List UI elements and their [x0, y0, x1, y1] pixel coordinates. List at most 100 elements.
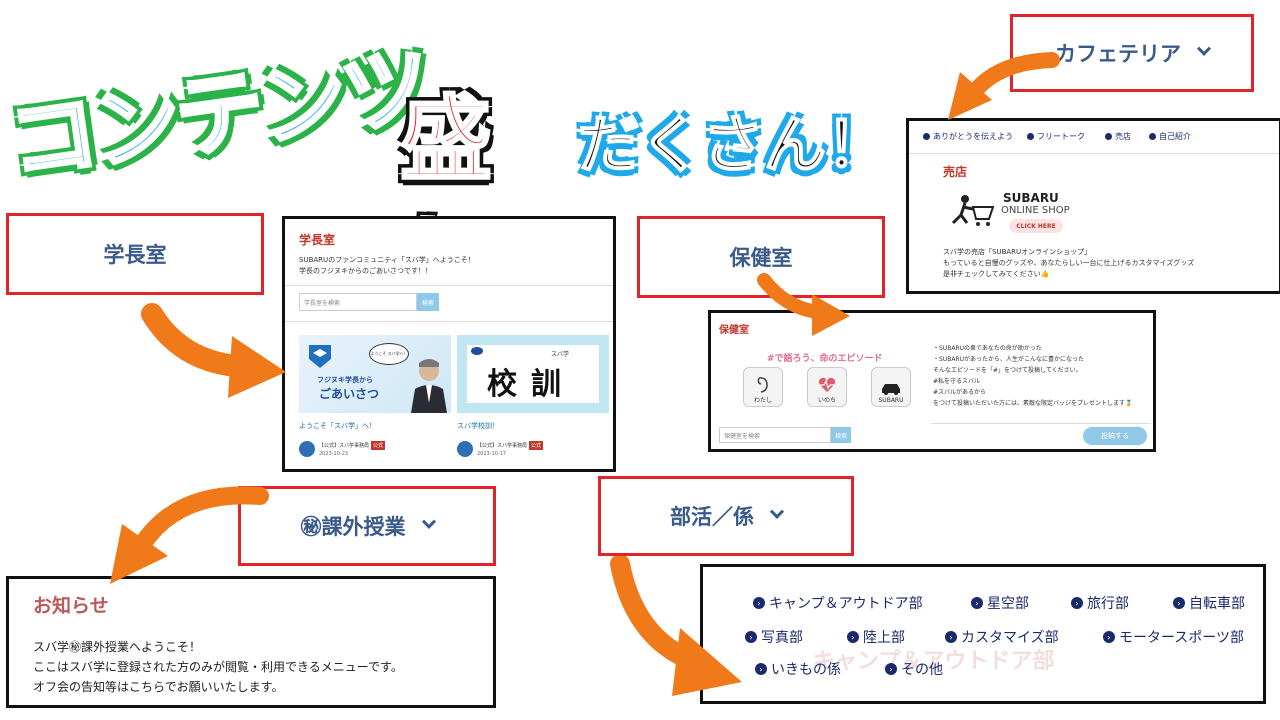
panel-title: 保健室: [719, 325, 749, 336]
official-badge: 公式: [371, 441, 386, 450]
club-label: 星空部: [987, 596, 1029, 612]
panel-title: 売店: [943, 165, 968, 179]
intro-text: SUBARUのファンコミュニティ「スバ学」へようこそ！ 学長のフジヌキからのごあ…: [299, 255, 475, 277]
gakucho-label: 学長室: [103, 243, 167, 267]
card2-author: 【公式】スバ学事務局 公式: [477, 441, 544, 450]
club-ryokou[interactable]: › 旅行部: [1071, 593, 1129, 613]
arrow-icon: [948, 52, 1060, 120]
chevron-down-icon: [769, 504, 785, 519]
subaru-logo-icon: [471, 347, 483, 355]
card1-date: 2023-10-23: [319, 451, 349, 457]
heart-icon: [818, 377, 836, 392]
post-button[interactable]: 投稿する: [1083, 427, 1147, 445]
club-motorsports[interactable]: › モータースポーツ部: [1103, 627, 1244, 647]
club-hoshizora[interactable]: › 星空部: [971, 593, 1029, 613]
club-label: 写真部: [761, 630, 803, 646]
notice-line: オフ会の告知等はこちらでお願いいたします。: [33, 680, 284, 694]
shop-description: スバ学の売店「SUBARUオンラインショップ」 もっていると自慢のグッズや、あな…: [943, 247, 1273, 280]
desc-line: をつけて投稿いただいた方には、素敵な限定バッジをプレゼントします🏅: [933, 400, 1133, 407]
tagline: #で語ろう、命のエピソード: [767, 354, 883, 364]
chevron-right-icon: ›: [755, 663, 767, 675]
bukatsu-label: 部活／係: [670, 505, 754, 529]
official-badge: 公式: [529, 441, 544, 450]
desc-line: ・SUBARUがあったから、人生がこんなに豊かになった: [933, 356, 1084, 363]
chevron-right-icon: ›: [1173, 597, 1185, 609]
card-image-koukun[interactable]: スバ学 校訓: [457, 335, 609, 413]
desc-line: もっていると自慢のグッズや、あなたらしい一台に仕上げるカスタマイズグッズ: [943, 259, 1195, 267]
headline-mori: 盛り: [399, 85, 494, 315]
chevron-right-icon: ›: [1071, 597, 1083, 609]
divider: [931, 423, 1151, 424]
gakucho-tab[interactable]: 学長室: [6, 213, 264, 295]
speech-bubble: ようこそ スバ学へ！: [369, 343, 409, 365]
card1-caption[interactable]: ようこそ「スバ学」へ！: [299, 421, 376, 431]
divider: [285, 285, 613, 286]
search-button[interactable]: 検索: [417, 293, 439, 311]
card-image-line1: フジヌキ学長から: [317, 376, 373, 384]
click-here-button[interactable]: CLICK HERE: [1009, 219, 1063, 233]
nav-label: フリートーク: [1037, 132, 1085, 141]
nav-baiten[interactable]: 売店: [1105, 131, 1131, 142]
divider: [909, 153, 1279, 154]
desc-line: #スバルがあるから: [933, 389, 987, 396]
car-icon: [882, 384, 900, 395]
chevron-down-icon: [1196, 41, 1212, 56]
card-image-greeting[interactable]: ようこそ スバ学へ！ フジヌキ学長から ごあいさつ: [299, 335, 451, 413]
notice-panel: お知らせ スバ学㊙課外授業へようこそ！ ここはスバ学に登録された方のみが閲覧・利…: [6, 576, 496, 708]
chevron-down-icon: [421, 514, 436, 529]
club-label: カスタマイズ部: [961, 630, 1059, 646]
cafeteria-panel: ありがとうを伝えよう フリートーク 売店 自己紹介 売店 SUBARU ONLI…: [906, 118, 1280, 294]
nav-jikoshoukai[interactable]: 自己紹介: [1149, 131, 1191, 142]
club-label: キャンプ＆アウトドア部: [769, 596, 923, 612]
search-input[interactable]: 学長室を検索: [299, 293, 417, 311]
author-name: 【公式】スバ学事務局: [477, 443, 528, 449]
club-shashin[interactable]: › 写真部: [745, 627, 803, 647]
club-ikimono[interactable]: › いきもの係: [755, 659, 841, 679]
nav-label: 売店: [1115, 132, 1131, 141]
tile-watashi[interactable]: わたし: [743, 367, 783, 407]
shop-logo-title: SUBARU: [1003, 191, 1059, 205]
club-sonota[interactable]: › その他: [885, 659, 943, 679]
tile-label: SUBARU: [878, 397, 904, 404]
nav-freetalk[interactable]: フリートーク: [1027, 131, 1085, 142]
notice-body: スバ学㊙課外授業へようこそ！ ここはスバ学に登録された方のみが閲覧・利用できるメ…: [33, 637, 403, 697]
bukatsu-tab[interactable]: 部活／係: [598, 476, 854, 556]
notice-title: お知らせ: [33, 595, 109, 617]
club-rikujou[interactable]: › 陸上部: [847, 627, 905, 647]
tile-inochi[interactable]: いのち: [807, 367, 847, 407]
chevron-right-icon: ›: [847, 631, 859, 643]
chevron-right-icon: ›: [885, 663, 897, 675]
bullet-icon: [1105, 133, 1112, 140]
nav-arigatou[interactable]: ありがとうを伝えよう: [923, 131, 1013, 142]
bullet-icon: [1027, 133, 1034, 140]
club-label: その他: [901, 662, 943, 678]
club-label: 旅行部: [1087, 596, 1129, 612]
intro-line: SUBARUのファンコミュニティ「スバ学」へようこそ！: [299, 256, 475, 264]
desc-line: ・SUBARUの車であなたの命が助かった: [933, 345, 1042, 352]
club-camp[interactable]: › キャンプ＆アウトドア部: [753, 593, 923, 613]
koukun-small: スバ学: [551, 351, 570, 358]
card-image-line2: ごあいさつ: [319, 387, 380, 401]
bullet-icon: [1149, 133, 1156, 140]
arrow-icon: [110, 486, 269, 584]
president-portrait: [411, 359, 447, 413]
search-button[interactable]: 検索: [831, 427, 851, 443]
card2-caption[interactable]: スバ学校訓！: [457, 421, 499, 431]
kagai-tab[interactable]: ㊙課外授業: [238, 486, 496, 566]
shopping-cart-icon: [951, 195, 995, 226]
card2-date: 2023-10-17: [477, 451, 507, 457]
search-row: 学長室を検索 検索: [299, 293, 439, 311]
headline-contents: コンテンツ: [1, 32, 435, 196]
avatar: [299, 441, 315, 457]
club-customize[interactable]: › カスタマイズ部: [945, 627, 1059, 647]
panel-title: 学長室: [299, 233, 336, 247]
chevron-right-icon: ›: [945, 631, 957, 643]
club-jitensha[interactable]: › 自転車部: [1173, 593, 1245, 613]
search-input[interactable]: 保健室を検索: [719, 427, 831, 443]
cafeteria-label: カフェテリア: [1055, 42, 1181, 66]
search-row: 保健室を検索 検索: [719, 427, 851, 443]
tile-subaru[interactable]: SUBARU: [871, 367, 911, 407]
arrow-icon: [610, 556, 742, 696]
hoken-description: ・SUBARUの車であなたの命が助かった ・SUBARUがあったから、人生がこん…: [933, 343, 1132, 409]
intro-line: 学長のフジヌキからのごあいさつです！！: [299, 267, 432, 275]
